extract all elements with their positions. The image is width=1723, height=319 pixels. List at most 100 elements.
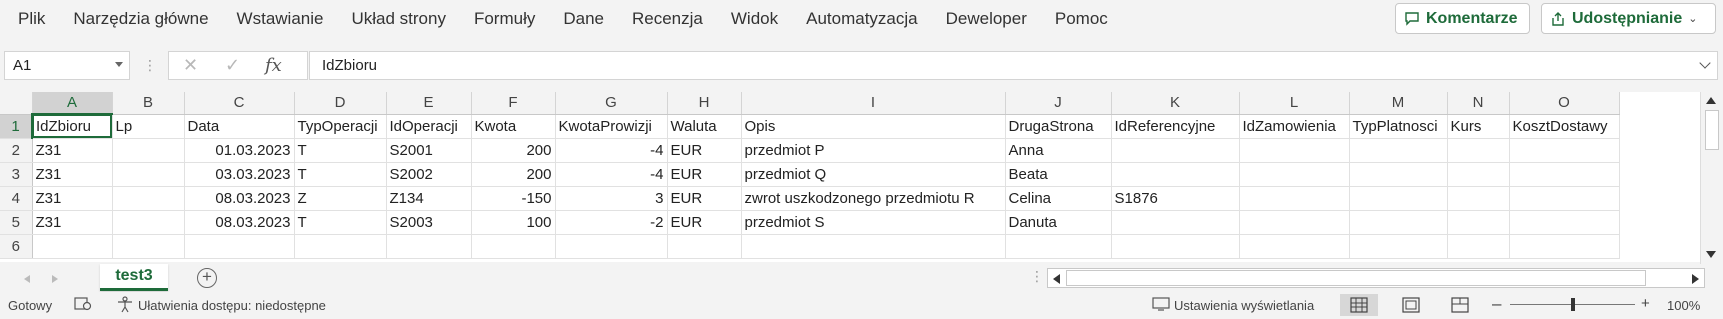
chevron-down-icon[interactable] bbox=[115, 62, 123, 67]
menu-view[interactable]: Widok bbox=[717, 0, 792, 38]
cell[interactable] bbox=[1239, 234, 1350, 259]
cell[interactable] bbox=[1447, 162, 1510, 187]
cell[interactable] bbox=[1005, 234, 1112, 259]
cell[interactable]: 100 bbox=[471, 210, 556, 235]
cell[interactable] bbox=[471, 234, 556, 259]
cell[interactable] bbox=[1111, 234, 1240, 259]
drag-handle-icon[interactable]: ⋮ bbox=[1030, 268, 1044, 285]
column-header[interactable]: O bbox=[1509, 92, 1620, 115]
menu-insert[interactable]: Wstawianie bbox=[223, 0, 338, 38]
cell[interactable]: Z31 bbox=[32, 162, 113, 187]
prev-sheet-icon[interactable] bbox=[24, 275, 30, 283]
cancel-icon[interactable]: ✕ bbox=[183, 55, 198, 76]
cell[interactable] bbox=[1447, 234, 1510, 259]
scroll-right-icon[interactable] bbox=[1692, 274, 1699, 284]
expand-formula-icon[interactable] bbox=[1699, 57, 1711, 69]
column-header[interactable]: E bbox=[386, 92, 472, 115]
column-header[interactable]: C bbox=[184, 92, 295, 115]
drag-handle-icon[interactable]: ⋮ bbox=[143, 55, 157, 75]
menu-data[interactable]: Dane bbox=[549, 0, 618, 38]
menu-developer[interactable]: Deweloper bbox=[932, 0, 1041, 38]
cell[interactable] bbox=[1111, 210, 1240, 235]
share-button[interactable]: Udostępnianie ⌄ bbox=[1541, 3, 1716, 34]
zoom-in-icon[interactable]: + bbox=[1641, 295, 1650, 312]
cell[interactable] bbox=[1239, 186, 1350, 211]
column-header[interactable]: F bbox=[471, 92, 556, 115]
cell[interactable]: T bbox=[294, 210, 387, 235]
cell[interactable] bbox=[294, 234, 387, 259]
confirm-icon[interactable]: ✓ bbox=[225, 55, 240, 76]
cell[interactable] bbox=[1509, 210, 1620, 235]
cell[interactable]: -4 bbox=[555, 162, 668, 187]
cell[interactable]: S2003 bbox=[386, 210, 472, 235]
row-header[interactable]: 1 bbox=[0, 114, 33, 139]
cell[interactable] bbox=[1349, 162, 1448, 187]
horizontal-scrollbar[interactable] bbox=[1047, 268, 1705, 288]
cell[interactable]: S1876 bbox=[1111, 186, 1240, 211]
cell[interactable]: Kwota bbox=[471, 114, 556, 139]
accessibility-status[interactable]: Ułatwienia dostępu: niedostępne bbox=[138, 298, 326, 313]
vertical-scrollbar[interactable] bbox=[1700, 92, 1723, 264]
cell[interactable] bbox=[184, 234, 295, 259]
cell[interactable]: 08.03.2023 bbox=[184, 210, 295, 235]
menu-review[interactable]: Recenzja bbox=[618, 0, 717, 38]
cell[interactable]: EUR bbox=[667, 162, 742, 187]
cell[interactable]: 08.03.2023 bbox=[184, 186, 295, 211]
cell[interactable] bbox=[1447, 186, 1510, 211]
add-sheet-icon[interactable]: + bbox=[197, 268, 217, 288]
cell[interactable] bbox=[1447, 210, 1510, 235]
cell[interactable]: Z31 bbox=[32, 138, 113, 163]
cell[interactable]: IdZbioru bbox=[32, 114, 113, 139]
cell[interactable]: S2001 bbox=[386, 138, 472, 163]
comments-button[interactable]: Komentarze bbox=[1395, 3, 1530, 34]
cell[interactable] bbox=[386, 234, 472, 259]
cell[interactable]: przedmiot S bbox=[741, 210, 1006, 235]
cell[interactable] bbox=[32, 234, 113, 259]
scroll-left-icon[interactable] bbox=[1053, 274, 1060, 284]
cell[interactable]: Danuta bbox=[1005, 210, 1112, 235]
cell[interactable]: EUR bbox=[667, 186, 742, 211]
cell[interactable] bbox=[1111, 138, 1240, 163]
column-header[interactable]: K bbox=[1111, 92, 1240, 115]
column-header[interactable]: A bbox=[32, 92, 113, 115]
cell[interactable]: Opis bbox=[741, 114, 1006, 139]
name-box[interactable]: A1 bbox=[4, 51, 130, 80]
cell[interactable] bbox=[1111, 162, 1240, 187]
menu-automate[interactable]: Automatyzacja bbox=[792, 0, 932, 38]
row-header[interactable]: 5 bbox=[0, 210, 33, 235]
column-header[interactable]: G bbox=[555, 92, 668, 115]
cell[interactable]: EUR bbox=[667, 210, 742, 235]
row-header[interactable]: 3 bbox=[0, 162, 33, 187]
scroll-thumb[interactable] bbox=[1705, 110, 1719, 150]
cell[interactable]: 3 bbox=[555, 186, 668, 211]
cell[interactable] bbox=[1239, 138, 1350, 163]
cell[interactable]: TypOperacji bbox=[294, 114, 387, 139]
cell[interactable]: Anna bbox=[1005, 138, 1112, 163]
cell[interactable]: Z31 bbox=[32, 186, 113, 211]
page-layout-view-button[interactable] bbox=[1392, 294, 1430, 316]
cell[interactable]: Z31 bbox=[32, 210, 113, 235]
menu-formulas[interactable]: Formuły bbox=[460, 0, 549, 38]
cell[interactable]: S2002 bbox=[386, 162, 472, 187]
menu-page-layout[interactable]: Układ strony bbox=[337, 0, 459, 38]
formula-input[interactable]: IdZbioru bbox=[309, 51, 1718, 80]
cell[interactable]: -2 bbox=[555, 210, 668, 235]
cell[interactable]: Beata bbox=[1005, 162, 1112, 187]
cell[interactable] bbox=[1447, 138, 1510, 163]
cell[interactable]: TypPlatnosci bbox=[1349, 114, 1448, 139]
cell[interactable]: Z bbox=[294, 186, 387, 211]
cell[interactable]: Data bbox=[184, 114, 295, 139]
cell[interactable] bbox=[1349, 234, 1448, 259]
cell[interactable] bbox=[112, 138, 185, 163]
zoom-out-icon[interactable]: – bbox=[1492, 294, 1501, 314]
cell[interactable]: KwotaProwizji bbox=[555, 114, 668, 139]
cell[interactable] bbox=[555, 234, 668, 259]
cell[interactable]: 200 bbox=[471, 138, 556, 163]
cell[interactable] bbox=[112, 210, 185, 235]
cell[interactable] bbox=[112, 186, 185, 211]
column-header[interactable]: L bbox=[1239, 92, 1350, 115]
cell[interactable] bbox=[112, 234, 185, 259]
cell[interactable]: IdReferencyjne bbox=[1111, 114, 1240, 139]
column-header[interactable]: D bbox=[294, 92, 387, 115]
cell[interactable] bbox=[1239, 210, 1350, 235]
